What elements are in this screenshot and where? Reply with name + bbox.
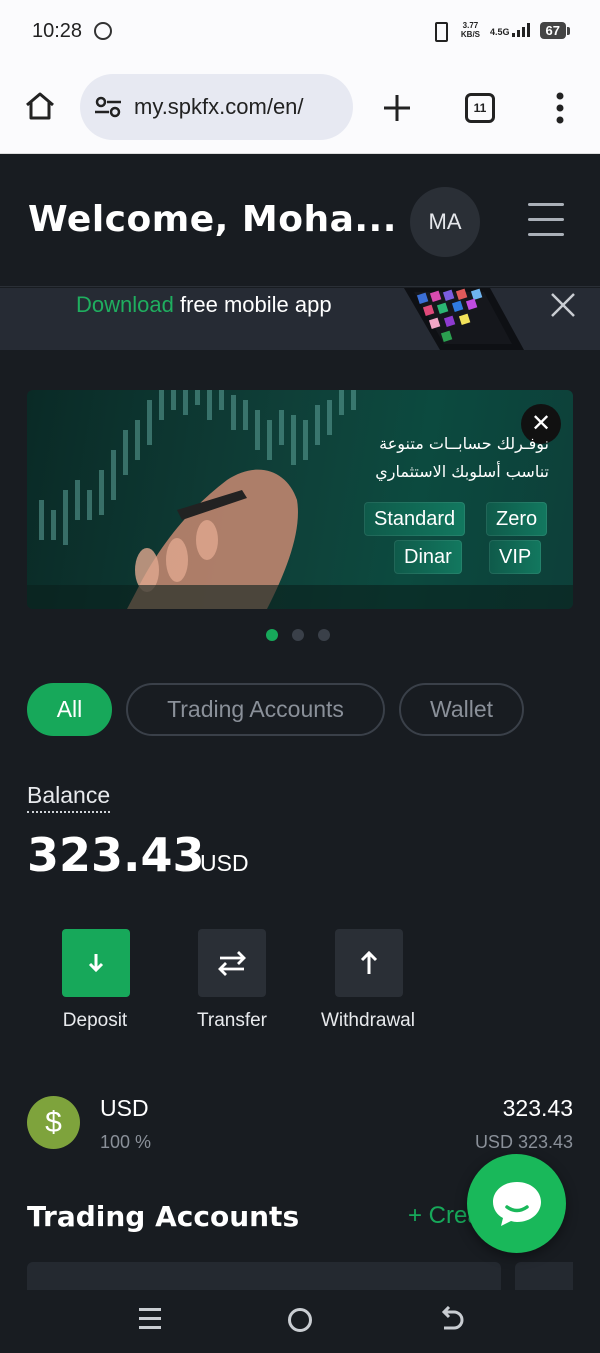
deposit-button[interactable]: [62, 929, 130, 997]
arrow-up-icon: [360, 950, 378, 974]
carousel-dot-1[interactable]: [266, 629, 278, 641]
carousel-dot-2[interactable]: [292, 629, 304, 641]
new-tab-icon[interactable]: [382, 93, 412, 123]
currency-percent: 100 %: [100, 1132, 152, 1152]
deposit-label: Deposit: [62, 1010, 128, 1031]
whatsapp-icon: [94, 22, 112, 40]
arrow-down-icon: [88, 954, 104, 973]
transfer-button[interactable]: [198, 929, 266, 997]
usd-currency-icon: $: [27, 1096, 80, 1149]
transfer-arrows-icon: [218, 951, 246, 976]
carousel-dots: [266, 629, 330, 641]
chat-support-button[interactable]: [467, 1154, 566, 1253]
balance-label[interactable]: Balance: [27, 782, 111, 813]
promo-line-2: تناسب أسلوبك الاستثماري: [375, 462, 549, 481]
pill-vip: VIP: [489, 540, 542, 574]
avatar[interactable]: MA: [410, 187, 480, 257]
pill-standard: Standard: [364, 502, 466, 536]
address-bar[interactable]: my.spkfx.com/en/: [80, 74, 353, 140]
tabs-switcher-icon[interactable]: 11: [465, 93, 495, 123]
currency-amount: 323.43: [502, 1095, 573, 1121]
carousel-dot-3[interactable]: [318, 629, 330, 641]
trading-account-card[interactable]: [515, 1262, 573, 1292]
pill-zero: Zero: [486, 502, 548, 536]
phone-app-illustration: [404, 288, 524, 350]
recent-apps-icon[interactable]: [139, 1308, 161, 1332]
hamburger-menu-icon[interactable]: [528, 203, 564, 237]
url-text: my.spkfx.com/en/: [134, 94, 304, 119]
filter-tab-wallet[interactable]: Wallet: [399, 683, 524, 736]
filter-tab-all[interactable]: All: [27, 683, 112, 736]
site-settings-icon[interactable]: [94, 95, 122, 119]
welcome-title: Welcome, Moha...: [28, 199, 397, 240]
back-icon[interactable]: [438, 1306, 464, 1334]
balance-currency: USD: [200, 850, 249, 876]
promo-banner[interactable]: ✕ نوفـرلك حسابــات متنوعة تناسب أسلوبك ا…: [27, 390, 573, 609]
status-icons: 3.77 KB/S 4.5G 67: [429, 20, 571, 42]
promo-line-1: نوفـرلك حسابــات متنوعة: [379, 434, 549, 453]
currency-amount-sub: USD 323.43: [474, 1132, 573, 1152]
filter-tab-trading-accounts[interactable]: Trading Accounts: [126, 683, 385, 736]
browser-toolbar: my.spkfx.com/en/ 11: [0, 64, 600, 154]
transfer-label: Transfer: [196, 1010, 268, 1031]
more-options-icon[interactable]: [556, 92, 564, 124]
balance-value: 323.43: [27, 828, 205, 882]
app-header: Welcome, Moha... MA: [0, 155, 600, 287]
battery-icon: 67: [539, 21, 571, 39]
download-text: Download free mobile app: [76, 292, 332, 317]
vibrate-icon: [429, 20, 451, 42]
download-app-banner[interactable]: Download free mobile app: [0, 288, 600, 350]
pill-dinar: Dinar: [394, 540, 462, 574]
currency-name: USD: [100, 1095, 149, 1121]
trading-chart-illustration: [27, 390, 573, 609]
trading-accounts-title: Trading Accounts: [27, 1200, 300, 1233]
close-banner-icon[interactable]: [550, 292, 576, 318]
withdrawal-label: Withdrawal: [321, 1010, 415, 1031]
net-speed: 3.77 KB/S: [460, 21, 481, 39]
home-icon[interactable]: [24, 90, 56, 122]
status-bar: 10:28 3.77 KB/S 4.5G 67: [0, 0, 600, 64]
nav-home-icon[interactable]: [288, 1308, 312, 1332]
withdrawal-button[interactable]: [335, 929, 403, 997]
chat-bubble-icon: [493, 1182, 541, 1226]
trading-account-card[interactable]: [27, 1262, 501, 1292]
status-time: 10:28: [32, 20, 83, 42]
system-navigation-bar: [0, 1290, 600, 1353]
signal-icon: 4.5G: [490, 23, 530, 37]
